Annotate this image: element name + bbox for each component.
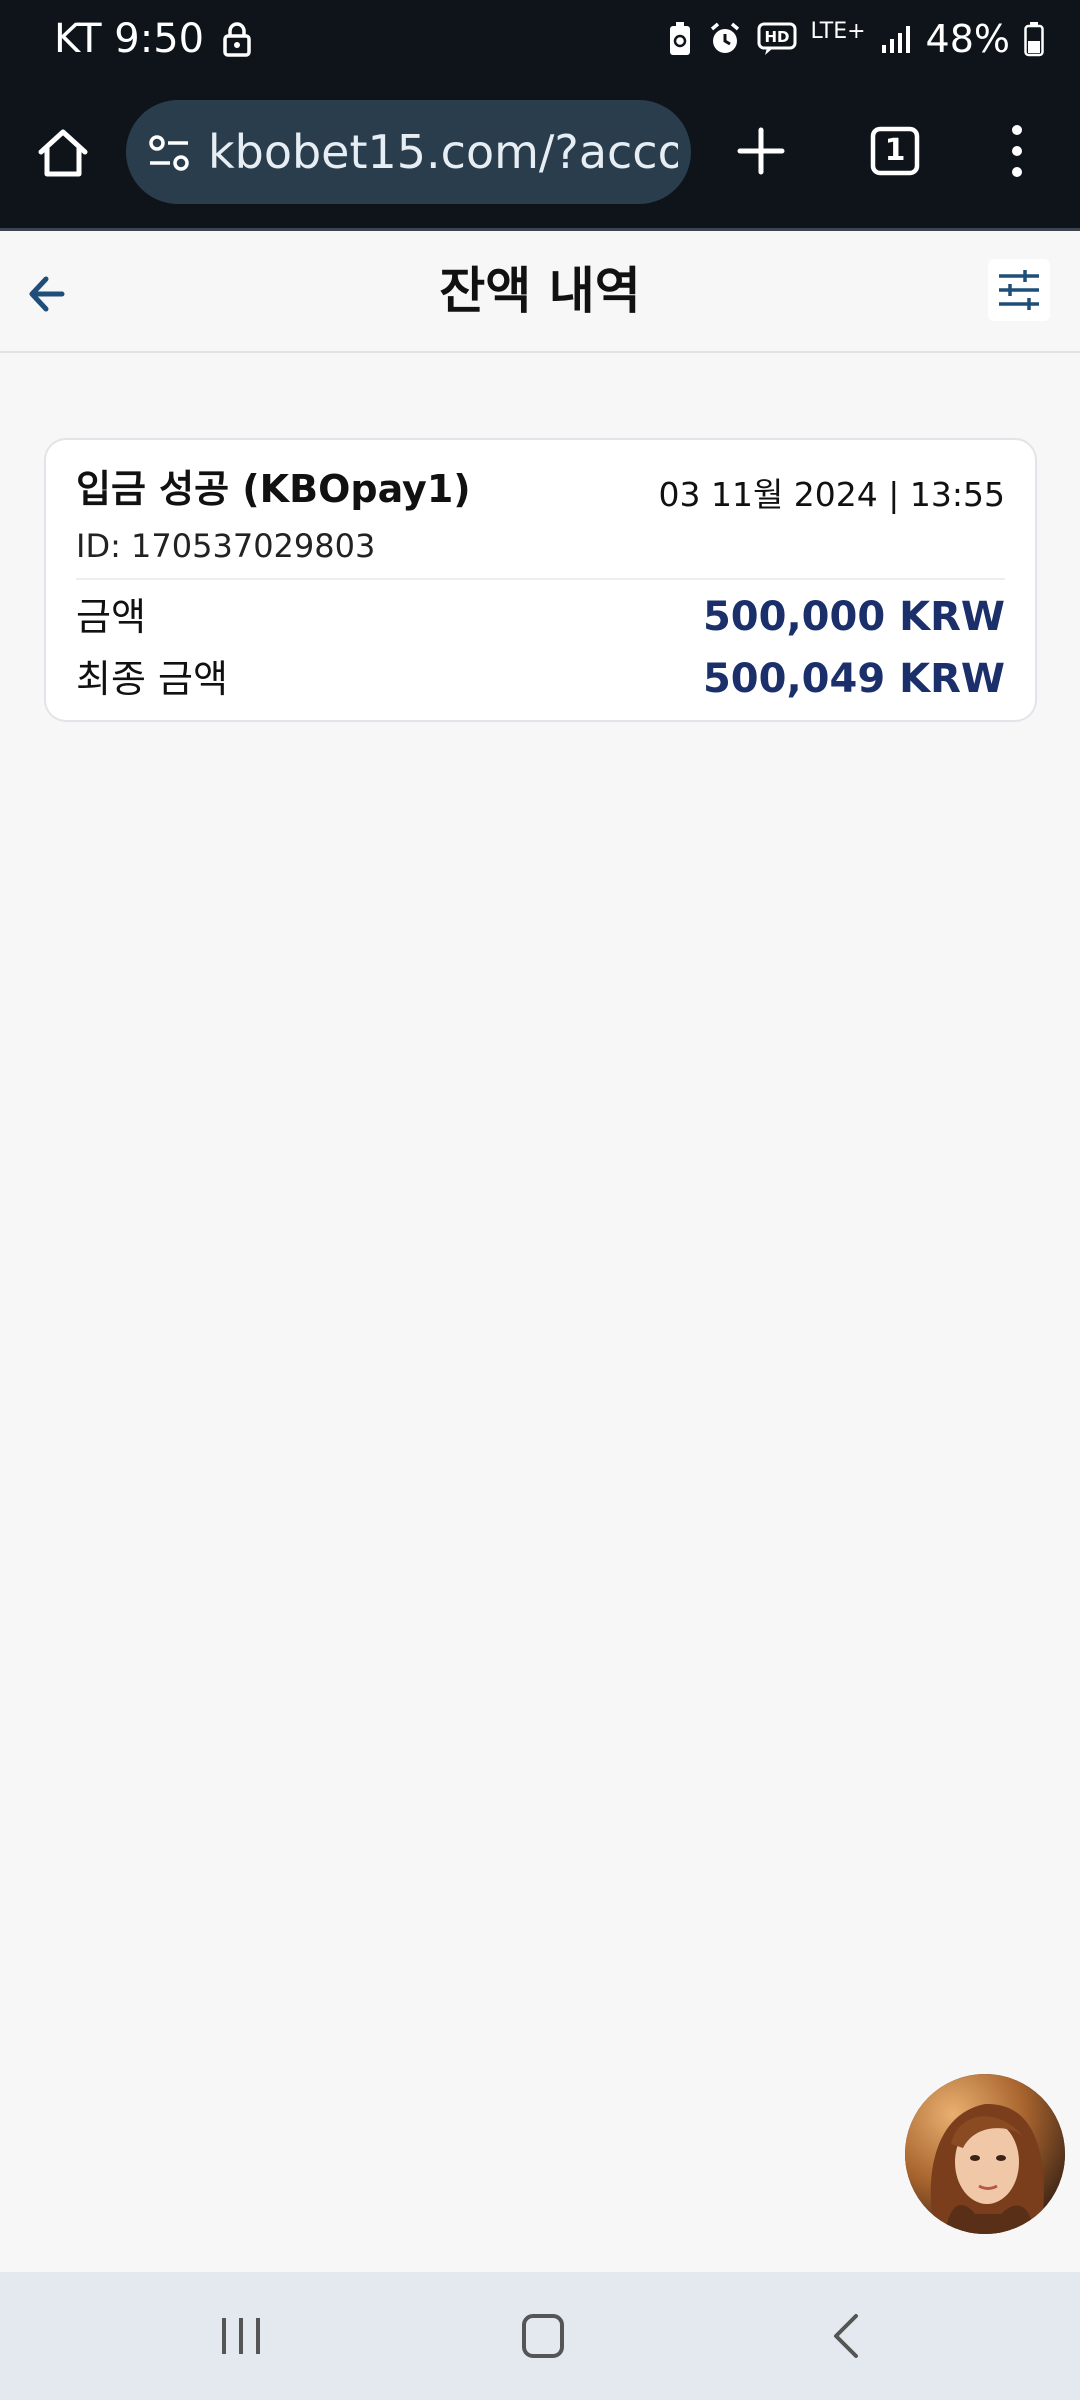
transaction-id: ID: 170537029803 (76, 527, 376, 565)
card-divider (76, 578, 1005, 580)
system-navigation-bar (0, 2272, 1080, 2400)
filter-icon[interactable] (988, 259, 1050, 321)
status-right: HD LTE+ 48% (667, 14, 1044, 64)
menu-icon[interactable] (1002, 116, 1032, 186)
amount-value: 500,000 KRW (702, 594, 1005, 640)
battery-saver-icon (667, 21, 693, 57)
svg-text:HD: HD (764, 28, 789, 46)
transaction-datetime: 03 11월 2024 | 13:55 (658, 475, 1005, 514)
carrier-time: KT 9:50 (54, 16, 205, 62)
app-header: 잔액 내역 (0, 231, 1080, 353)
battery-icon (1024, 21, 1044, 57)
home-icon[interactable] (28, 118, 98, 188)
signal-icon (880, 23, 912, 55)
status-bar: KT 9:50 HD LTE+ 48% (0, 0, 1080, 78)
home-nav-icon[interactable] (508, 2306, 578, 2366)
network-label: LTE+ (810, 19, 866, 44)
site-settings-icon[interactable] (146, 130, 192, 176)
url-text[interactable]: kbobet15.com/?accou (208, 120, 678, 184)
chat-support-avatar[interactable] (905, 2074, 1065, 2234)
recent-apps-icon[interactable] (206, 2306, 276, 2366)
tab-count: 1 (884, 133, 906, 168)
transaction-title: 입금 성공 (KBOpay1) (76, 467, 471, 511)
status-left: KT 9:50 (54, 14, 252, 64)
plus-icon[interactable] (726, 116, 796, 186)
hd-voice-icon: HD (757, 21, 797, 57)
tabs-icon[interactable]: 1 (860, 116, 930, 186)
alarm-icon (707, 21, 743, 57)
amount-label: 금액 (76, 595, 146, 639)
url-bar[interactable]: kbobet15.com/?accou (126, 100, 691, 204)
transaction-card[interactable]: 입금 성공 (KBOpay1) 03 11월 2024 | 13:55 ID: … (44, 438, 1037, 722)
page-title: 잔액 내역 (439, 262, 641, 320)
final-amount-label: 최종 금액 (76, 657, 228, 701)
final-amount-value: 500,049 KRW (702, 656, 1005, 702)
battery-percent: 48% (925, 17, 1010, 61)
back-nav-icon[interactable] (812, 2306, 882, 2366)
lock-icon (222, 21, 252, 57)
browser-toolbar: kbobet15.com/?accou 1 (0, 78, 1080, 231)
